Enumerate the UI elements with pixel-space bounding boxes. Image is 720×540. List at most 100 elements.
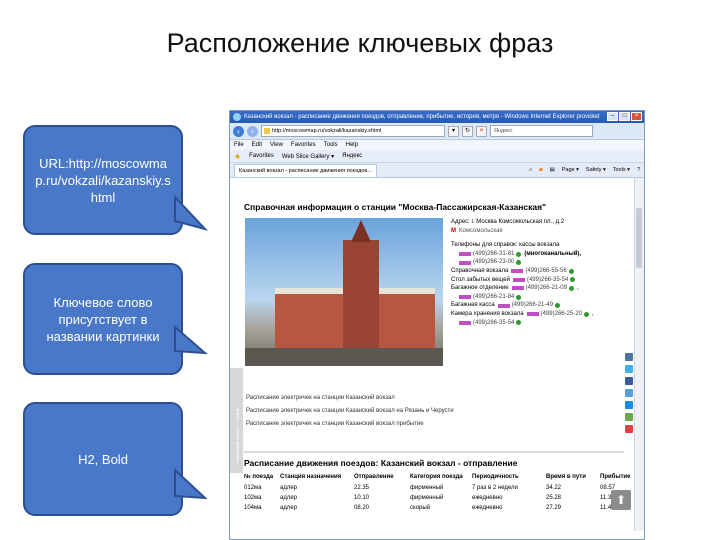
print-icon[interactable]: ▤ xyxy=(550,165,555,175)
metro-icon: М xyxy=(451,227,456,234)
table-cell: 10.10 xyxy=(354,495,370,501)
url-input[interactable]: http://moscowmap.ru/vokzali/kazanskiy.sh… xyxy=(261,125,445,137)
callout-image-keyword: Ключевое слово присутствует в названии к… xyxy=(23,263,208,375)
phone-status-icon xyxy=(568,285,574,291)
metro-row: М Комсомольская xyxy=(451,227,621,236)
phone-label: Стол забытых вещей xyxy=(451,276,510,283)
table-cell: ежедневно xyxy=(472,505,503,511)
phone-row: Справочная вокзала (499)266-55-56 xyxy=(451,267,621,276)
vertical-scrollbar[interactable] xyxy=(634,178,644,531)
phone-number[interactable]: (499)266-21-84 xyxy=(459,293,522,302)
phone-number[interactable]: (499)266-35-54 xyxy=(512,276,576,285)
table-cell: 22.35 xyxy=(354,485,370,491)
phone-number[interactable]: (499)266-21-49 xyxy=(497,301,561,310)
phone-row: (499)266-31-81 (многоканальный), xyxy=(451,250,621,259)
table-cell: 012ма xyxy=(244,485,262,491)
callout-image-keyword-text: Ключевое слово присутствует в названии к… xyxy=(46,294,160,344)
link-item[interactable]: Расписание электричек на станции Казанск… xyxy=(246,405,454,418)
menu-favorites[interactable]: Favorites xyxy=(291,140,316,150)
livejournal-icon[interactable] xyxy=(625,389,633,397)
link-item[interactable]: Расписание электричек на станции Казанск… xyxy=(246,392,454,405)
menu-tools[interactable]: Tools xyxy=(324,140,338,150)
maximize-button[interactable]: □ xyxy=(619,112,630,121)
phone-marker-icon xyxy=(511,286,524,291)
phone-status-icon xyxy=(516,294,522,300)
callout-url-text: URL:http://moscowmap.ru/vokzali/kazanski… xyxy=(35,155,171,205)
back-icon[interactable]: ‹ xyxy=(233,125,244,137)
link-item[interactable]: Расписание электричек на станции Казанск… xyxy=(246,418,454,431)
phone-number[interactable]: (499)266-23-00 xyxy=(459,258,522,267)
table-row: 104ма адлер 08.20 скорый ежедневно 27.29 11.49 xyxy=(244,503,644,513)
phone-number[interactable]: (499)266-21-09 xyxy=(511,284,574,293)
web-slice-gallery-link[interactable]: Web Slice Gallery ▾ xyxy=(282,153,334,160)
phone-number-text: (499)266-21-09 xyxy=(525,285,567,292)
tool-safety[interactable]: Safety ▾ xyxy=(586,165,606,175)
phone-number[interactable]: (499)266-55-56 xyxy=(511,267,574,276)
phone-label: Багажное отделение xyxy=(451,285,509,292)
social-buttons xyxy=(625,353,633,437)
feeds-icon[interactable]: ◙ xyxy=(539,165,542,175)
dropdown-icon[interactable]: ▾ xyxy=(448,125,459,137)
tool-page[interactable]: Page ▾ xyxy=(562,165,579,175)
favorites-button[interactable]: Favorites xyxy=(249,153,274,159)
home-icon[interactable]: ⌂ xyxy=(529,165,532,175)
phones-list: (499)266-31-81 (многоканальный), (499)266-… xyxy=(451,250,621,327)
schedule-header: № поезда xyxy=(244,474,274,480)
schedule-header: Отправление xyxy=(354,474,394,480)
help-icon[interactable]: ? xyxy=(637,165,640,175)
menu-edit[interactable]: Edit xyxy=(252,140,262,150)
table-cell: фирменный xyxy=(410,485,444,491)
twitter-icon[interactable] xyxy=(625,365,633,373)
bookmark-icon[interactable] xyxy=(625,425,633,433)
station-photo xyxy=(245,218,443,366)
phone-number[interactable]: (499)266-25-20 xyxy=(526,310,589,319)
phone-extra: , xyxy=(592,310,594,317)
stop-icon[interactable]: × xyxy=(476,125,487,137)
phone-number-text: (499)266-25-20 xyxy=(540,310,582,317)
odnoklassniki-icon[interactable] xyxy=(625,413,633,421)
phone-row: Стол забытых вещей (499)266-35-54 xyxy=(451,276,621,285)
close-button[interactable]: × xyxy=(631,112,642,121)
phone-row: (499)266-23-00 xyxy=(451,258,621,267)
refresh-icon[interactable]: ↻ xyxy=(462,125,473,137)
callout-h2-bold: H2, Bold xyxy=(23,402,208,516)
search-input[interactable]: Яндекс xyxy=(490,125,593,137)
table-row: 012ма адлер 22.35 фирменный 7 раз в 2 недели… xyxy=(244,483,644,493)
tool-tools[interactable]: Tools ▾ xyxy=(613,165,630,175)
forward-icon[interactable]: › xyxy=(247,125,258,137)
menu-view[interactable]: View xyxy=(270,140,283,150)
tab-active[interactable]: Казанский вокзал - расписание движения п… xyxy=(234,163,377,177)
browser-window: Казанский вокзал - расписание движения п… xyxy=(229,110,645,540)
schedule-header: Категория поезда xyxy=(410,474,463,480)
facebook-icon[interactable] xyxy=(625,377,633,385)
scrollbar-thumb[interactable] xyxy=(636,208,642,268)
phone-number[interactable]: (499)266-35-54 xyxy=(459,319,522,328)
table-cell: 104ма xyxy=(244,505,262,511)
phone-number-text: (499)266-35-54 xyxy=(526,276,569,283)
ie-logo-icon xyxy=(233,113,241,121)
phone-row: Багажное отделение (499)266-21-09, xyxy=(451,284,621,293)
metro-link[interactable]: Комсомольская xyxy=(459,227,503,236)
slide-title: Расположение ключевых фраз xyxy=(166,28,554,58)
table-cell: ежедневно xyxy=(472,495,503,501)
menu-help[interactable]: Help xyxy=(346,140,358,150)
favorites-bar: ★ Favorites Web Slice Gallery ▾ Яндекс xyxy=(230,150,644,163)
building-tower xyxy=(343,240,379,350)
phone-number[interactable]: (499)266-31-81 xyxy=(459,250,522,259)
schedule-table: № поезда Станция назначения Отправление Кат… xyxy=(244,472,644,513)
section-divider xyxy=(244,451,624,453)
station-info: Адрес: г. Москва Комсомольская пл., д.2 … xyxy=(451,218,621,327)
phone-row: (499)266-21-84 xyxy=(451,293,621,302)
phone-marker-icon xyxy=(459,252,471,257)
minimize-button[interactable]: – xyxy=(607,112,618,121)
mailru-icon[interactable] xyxy=(625,401,633,409)
table-cell: адлер xyxy=(280,495,298,501)
phone-label: Справочная вокзала xyxy=(451,267,509,274)
menu-file[interactable]: File xyxy=(234,140,244,150)
yandex-link[interactable]: Яндекс xyxy=(342,153,362,159)
vkontakte-icon[interactable] xyxy=(625,353,633,361)
phone-label: Камера хранения вокзала xyxy=(451,310,524,317)
table-cell: адлер xyxy=(280,505,298,511)
table-cell: 25.28 xyxy=(546,495,562,501)
scroll-up-button[interactable]: ⬆ xyxy=(611,490,631,510)
